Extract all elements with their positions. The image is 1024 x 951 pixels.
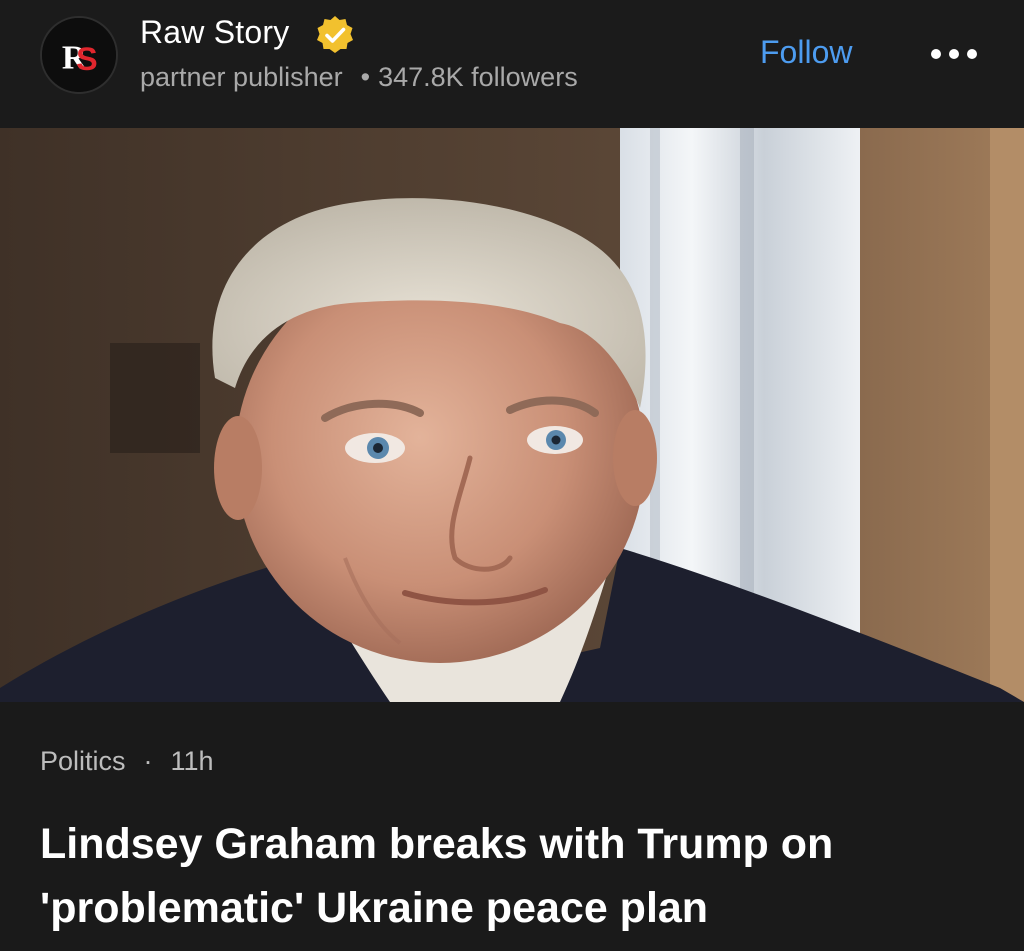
portrait-photo	[0, 128, 1024, 702]
article-age: 11h	[170, 746, 214, 776]
publisher-name[interactable]: Raw Story	[140, 14, 289, 51]
publisher-logo[interactable]: R S	[40, 16, 118, 94]
follower-count: 347.8K followers	[378, 62, 578, 92]
publisher-meta: partner publisher • 347.8K followers	[140, 62, 578, 93]
article-category[interactable]: Politics	[40, 746, 126, 776]
more-options-icon[interactable]	[928, 40, 980, 68]
raw-story-logo-icon: R S	[42, 18, 116, 92]
verified-badge-icon	[314, 14, 356, 56]
meta-separator: ·	[143, 746, 153, 776]
meta-dot: •	[360, 62, 371, 92]
publisher-header: R S Raw Story partner publisher • 347.8K f…	[0, 0, 1024, 128]
article-meta: Politics · 11h	[40, 746, 214, 777]
follow-button[interactable]: Follow	[760, 34, 852, 71]
article-headline[interactable]: Lindsey Graham breaks with Trump on 'pro…	[40, 812, 990, 940]
article-image[interactable]	[0, 128, 1024, 702]
publisher-type: partner publisher	[140, 62, 343, 92]
svg-text:S: S	[76, 41, 98, 77]
